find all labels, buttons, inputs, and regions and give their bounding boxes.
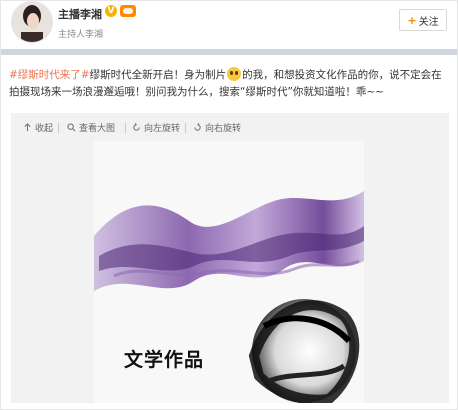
view-large-button[interactable]: 查看大图 bbox=[67, 121, 115, 134]
vip-badge-icon bbox=[120, 5, 136, 17]
magnifier-icon bbox=[67, 123, 76, 132]
collapse-button[interactable]: 收起 bbox=[23, 121, 53, 134]
post-text-part1: 缪斯时代全新开启！身为制片 bbox=[89, 69, 227, 81]
media-toolbar: 收起 查看大图 向左旋转 向右旋转 bbox=[11, 121, 449, 137]
verified-badge-icon: V bbox=[105, 5, 117, 17]
topic-tag-link[interactable]: #缪斯时代来了# bbox=[9, 69, 90, 81]
view-large-label: 查看大图 bbox=[79, 124, 116, 134]
toolbar-divider bbox=[185, 123, 186, 133]
weibo-post-card: 主播李湘 V 主持人李湘 + 关注 #缪斯时代来了#缪斯时代全新开启！身为制片的… bbox=[0, 0, 458, 410]
toolbar-divider bbox=[125, 123, 126, 133]
header-divider bbox=[1, 49, 457, 55]
media-panel: 收起 查看大图 向左旋转 向右旋转 文学作品 bbox=[11, 113, 449, 403]
user-name[interactable]: 主播李湘 bbox=[58, 6, 102, 22]
plus-icon: + bbox=[407, 13, 417, 27]
collapse-arrow-icon bbox=[24, 123, 31, 132]
collapse-label: 收起 bbox=[35, 124, 54, 134]
rotate-left-label: 向左旋转 bbox=[144, 124, 181, 134]
follow-label: 关注 bbox=[418, 16, 439, 28]
rotate-right-label: 向右旋转 bbox=[205, 124, 242, 134]
user-subtitle: 主持人李湘 bbox=[58, 30, 104, 40]
rotate-left-icon bbox=[133, 123, 140, 131]
follow-button[interactable]: + 关注 bbox=[399, 9, 447, 31]
post-text: #缪斯时代来了#缪斯时代全新开启！身为制片 的我，和想投资文化作品的你，说不定会在… bbox=[9, 67, 449, 101]
rotate-right-button[interactable]: 向右旋转 bbox=[193, 121, 241, 134]
rotate-left-button[interactable]: 向左旋转 bbox=[132, 121, 180, 134]
emoji-face-icon bbox=[227, 67, 242, 81]
toolbar-divider bbox=[58, 123, 59, 133]
rotate-right-icon bbox=[194, 123, 201, 131]
post-image[interactable]: 文学作品 bbox=[94, 141, 364, 403]
avatar[interactable] bbox=[11, 1, 53, 43]
post-header: 主播李湘 V 主持人李湘 + 关注 bbox=[1, 1, 457, 49]
image-title-text: 文学作品 bbox=[124, 349, 205, 371]
